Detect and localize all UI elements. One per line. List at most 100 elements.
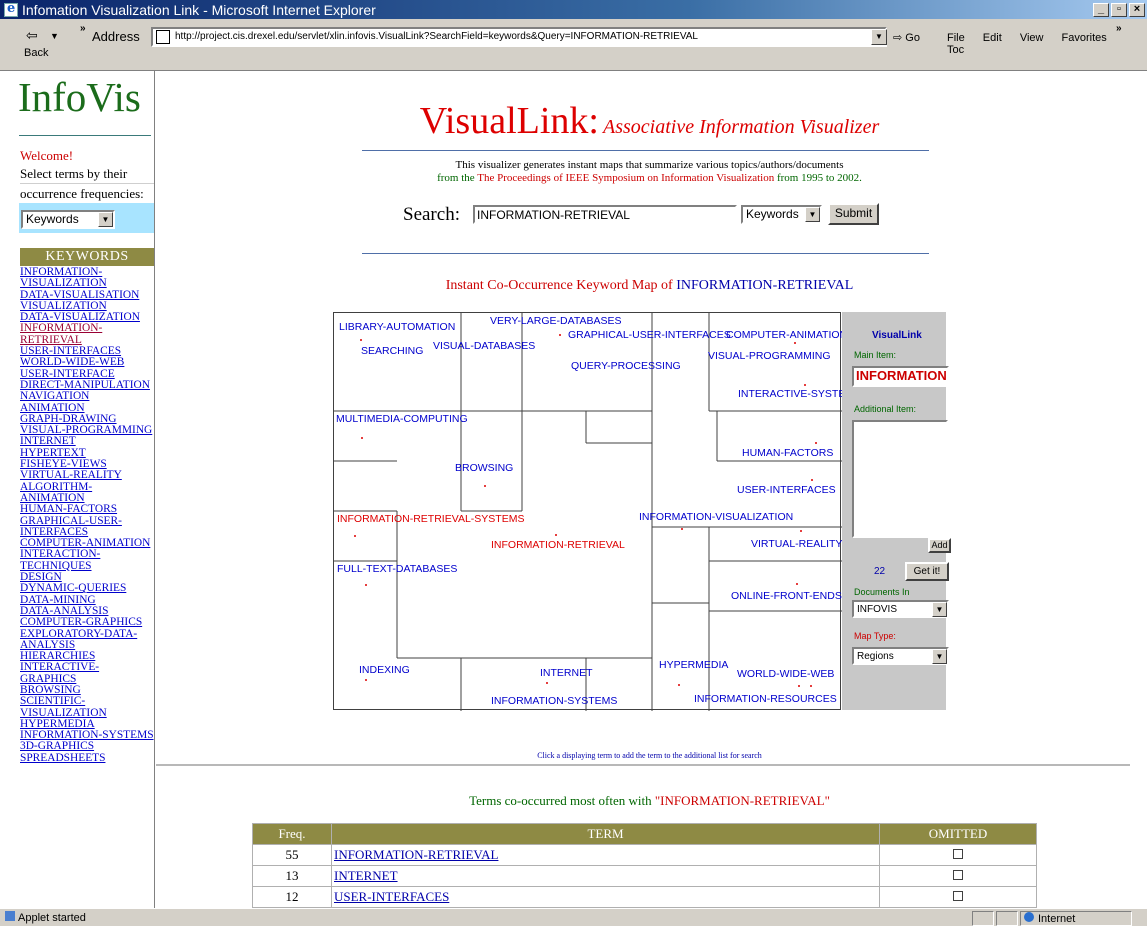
map-term[interactable]: VISUAL-PROGRAMMING bbox=[708, 350, 831, 362]
keyword-link[interactable]: EXPLORATORY-​DATA-​ANALYSIS bbox=[20, 628, 154, 652]
close-button[interactable]: × bbox=[1129, 2, 1145, 17]
map-term[interactable]: BROWSING bbox=[455, 462, 513, 474]
map-term[interactable]: ONLINE-FRONT-ENDS bbox=[731, 590, 842, 602]
logo-divider bbox=[19, 135, 151, 136]
chevron-down-icon[interactable]: ▼ bbox=[98, 212, 113, 227]
table-header-row: Freq. TERM OMITTED bbox=[252, 823, 1037, 845]
column-header-term: TERM bbox=[331, 823, 880, 845]
keyword-link[interactable]: INTERACTION-​TECHNIQUES bbox=[20, 549, 154, 572]
omit-checkbox[interactable] bbox=[953, 849, 963, 859]
page-scrollbar[interactable] bbox=[1130, 71, 1147, 908]
map-term[interactable]: INFORMATION-SYSTEMS bbox=[491, 695, 617, 707]
map-term[interactable]: GRAPHICAL-USER-INTERFACES bbox=[568, 329, 731, 341]
documents-select[interactable]: INFOVIS ▼ bbox=[852, 600, 949, 618]
additional-items-list[interactable] bbox=[852, 420, 948, 538]
keyword-link[interactable]: ALGORITHM-​ANIMATION bbox=[20, 481, 154, 505]
document-count: 22 bbox=[874, 566, 886, 577]
map-term[interactable]: HYPERMEDIA bbox=[659, 659, 728, 671]
term-link[interactable]: USER-INTERFACES bbox=[334, 889, 449, 904]
chevron-down-icon[interactable]: ▼ bbox=[932, 602, 947, 617]
table-row: 13 INTERNET bbox=[252, 865, 1037, 887]
address-bar[interactable]: http://project.cis.drexel.edu/servlet/xl… bbox=[151, 27, 887, 47]
back-label: Back bbox=[24, 47, 49, 59]
keyword-link[interactable]: GRAPHICAL-​USER-​INTERFACES bbox=[20, 515, 154, 539]
map-term[interactable]: INDEXING bbox=[359, 664, 410, 676]
omitted-cell bbox=[879, 844, 1037, 866]
menu-tools[interactable]: Toc bbox=[947, 44, 964, 56]
keyword-link[interactable]: NAVIGATION bbox=[20, 390, 154, 402]
map-term[interactable]: INFORMATION-RETRIEVAL-SYSTEMS bbox=[337, 513, 524, 525]
map-term[interactable]: HUMAN-FACTORS bbox=[742, 447, 833, 459]
freq-cell: 55 bbox=[252, 844, 332, 866]
map-term[interactable]: QUERY-PROCESSING bbox=[571, 360, 681, 372]
keyword-link[interactable]: INTERACTIVE-​GRAPHICS bbox=[20, 662, 154, 685]
menu-view[interactable]: View bbox=[1020, 32, 1044, 44]
chevron-right-icon[interactable]: » bbox=[80, 23, 86, 34]
add-button[interactable]: Add bbox=[928, 538, 951, 553]
search-input[interactable]: INFORMATION-RETRIEVAL bbox=[473, 205, 737, 224]
keyword-link[interactable]: WORLD-​WIDE-​WEB bbox=[20, 357, 154, 369]
keyword-link[interactable]: COMPUTER-​GRAPHICS bbox=[20, 616, 154, 628]
zone-cell: Internet bbox=[1020, 911, 1132, 926]
chevron-down-icon[interactable]: ▼ bbox=[932, 649, 947, 664]
co-heading-text: Terms co-occurred most often with bbox=[469, 793, 652, 808]
map-term[interactable]: WORLD-WIDE-WEB bbox=[737, 668, 834, 680]
map-term[interactable]: LIBRARY-AUTOMATION bbox=[339, 321, 455, 333]
map-term[interactable]: COMPUTER-ANIMATION bbox=[726, 329, 847, 341]
keyword-link[interactable]: VIRTUAL-​REALITY bbox=[20, 469, 154, 481]
proceedings-link[interactable]: The Proceedings of IEEE Symposium on Inf… bbox=[477, 172, 774, 184]
map-term[interactable]: INFORMATION-RESOURCES bbox=[694, 693, 837, 705]
map-term[interactable]: MULTIMEDIA-COMPUTING bbox=[336, 413, 468, 425]
documents-select-value: INFOVIS bbox=[857, 604, 898, 615]
omit-checkbox[interactable] bbox=[953, 891, 963, 901]
term-link[interactable]: INTERNET bbox=[334, 868, 398, 883]
map-term[interactable]: INTERNET bbox=[540, 667, 593, 679]
keyword-link[interactable]: SCIENTIFIC-​VISUALIZATION bbox=[20, 696, 154, 719]
keyword-link[interactable]: DYNAMIC-​QUERIES bbox=[20, 582, 154, 594]
menu-favorites[interactable]: Favorites bbox=[1062, 32, 1107, 44]
keyword-link[interactable]: HUMAN-​FACTORS bbox=[20, 503, 154, 515]
map-term[interactable]: VERY-LARGE-DATABASES bbox=[490, 315, 622, 327]
menu-bar: File Edit View Favorites Toc bbox=[947, 32, 1147, 56]
keyword-link[interactable]: INFORMATION-​VISUALIZATION bbox=[20, 266, 154, 290]
map-term[interactable]: SEARCHING bbox=[361, 345, 423, 357]
map-term[interactable]: VISUAL-DATABASES bbox=[433, 340, 535, 352]
main-item-input[interactable]: INFORMATION bbox=[852, 366, 949, 387]
maximize-button[interactable]: ▫ bbox=[1111, 2, 1127, 17]
go-button[interactable]: ⇨ Go bbox=[893, 31, 920, 44]
page-icon bbox=[156, 30, 170, 44]
chevron-down-icon[interactable]: ▼ bbox=[50, 31, 59, 41]
freq-cell: 13 bbox=[252, 865, 332, 887]
submit-button[interactable]: Submit bbox=[828, 203, 879, 225]
go-arrow-icon: ⇨ bbox=[893, 32, 903, 44]
menu-file[interactable]: File bbox=[947, 32, 965, 44]
keyword-link[interactable]: INFORMATION-​RETRIEVAL bbox=[20, 323, 154, 346]
back-button[interactable]: ⇦ ▼ Back bbox=[6, 23, 60, 65]
window-title-bar[interactable]: Infomation Visualization Link - Microsof… bbox=[0, 0, 1147, 19]
minimize-button[interactable]: _ bbox=[1093, 2, 1109, 17]
map-term[interactable]: INFORMATION-RETRIEVAL bbox=[491, 539, 625, 551]
term-link[interactable]: INFORMATION-RETRIEVAL bbox=[334, 847, 498, 862]
map-type-value: Regions bbox=[857, 651, 894, 662]
page-title: VisualLink: Associative Information Visu… bbox=[156, 99, 1143, 143]
keyword-list: INFORMATION-​VISUALIZATION DATA-​VISUALIS… bbox=[20, 266, 154, 764]
map-term[interactable]: FULL-TEXT-DATABASES bbox=[337, 563, 457, 575]
map-term[interactable]: USER-INTERFACES bbox=[737, 484, 836, 496]
map-type-select[interactable]: Regions ▼ bbox=[852, 647, 949, 665]
keyword-link[interactable]: SPREADSHEETS bbox=[20, 752, 154, 764]
search-field-select[interactable]: Keywords ▼ bbox=[741, 205, 822, 224]
get-it-button[interactable]: Get it! bbox=[905, 562, 949, 581]
menu-chevron-icon[interactable]: » bbox=[1116, 23, 1122, 34]
welcome-text: Welcome! bbox=[20, 148, 74, 163]
omit-checkbox[interactable] bbox=[953, 870, 963, 880]
field-select[interactable]: Keywords ▼ bbox=[21, 210, 115, 229]
visuallink-panel: VisualLink Main Item: INFORMATION Additi… bbox=[842, 312, 951, 710]
co-occurrence-table: Freq. TERM OMITTED 55 INFORMATION-RETRIEV… bbox=[252, 823, 1037, 908]
map-term[interactable]: INFORMATION-VISUALIZATION bbox=[639, 511, 793, 523]
menu-edit[interactable]: Edit bbox=[983, 32, 1002, 44]
chevron-down-icon[interactable]: ▼ bbox=[805, 207, 820, 222]
desc-text: from the bbox=[437, 172, 475, 184]
map-term[interactable]: VIRTUAL-REALITY bbox=[751, 538, 842, 550]
search-label: Search: bbox=[403, 204, 460, 225]
address-dropdown-button[interactable]: ▼ bbox=[871, 29, 887, 45]
